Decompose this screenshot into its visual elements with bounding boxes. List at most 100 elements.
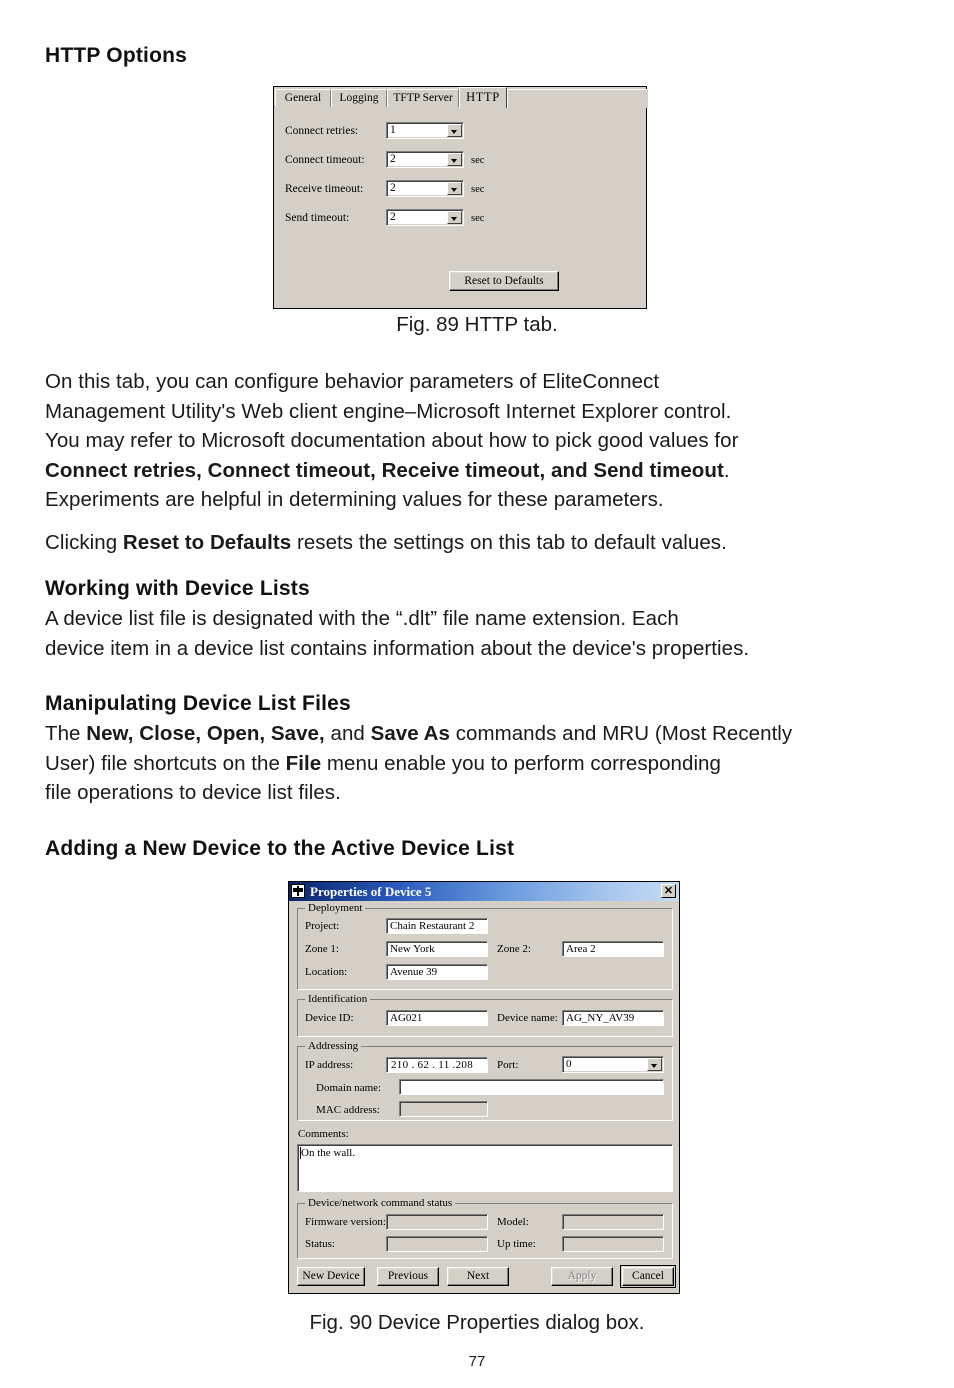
reset-to-defaults-button[interactable]: Reset to Defaults <box>449 271 559 291</box>
dialog-title-bar[interactable]: Properties of Device 5 ✕ <box>289 882 679 901</box>
field-firmware-version <box>386 1214 488 1230</box>
heading-http-options: HTTP Options <box>45 44 188 67</box>
para4-pre: The <box>45 722 87 745</box>
field-location-value: Avenue 39 <box>390 966 438 978</box>
tab-http-label: HTTP <box>466 90 500 104</box>
tab-tftp-server[interactable]: TFTP Server <box>387 89 459 107</box>
page-number: 77 <box>468 1353 486 1370</box>
para4-line2-bold: File <box>285 751 322 775</box>
combo-receive-timeout[interactable]: 2 <box>386 180 464 197</box>
tab-logging-label: Logging <box>339 92 379 104</box>
field-zone1[interactable]: New York <box>386 941 488 957</box>
tab-general[interactable]: General <box>275 89 331 107</box>
combo-port[interactable]: 0 <box>562 1056 664 1073</box>
document-page: HTTP Options General Logging TFTP Server… <box>0 0 954 1388</box>
heading-manipulating-device-list-files: Manipulating Device List Files <box>45 692 351 715</box>
field-comments-value: On the wall. <box>301 1147 356 1159</box>
chevron-down-icon[interactable] <box>447 211 462 224</box>
tab-logging[interactable]: Logging <box>331 89 387 107</box>
para3-line1: A device list file is designated with th… <box>45 607 679 630</box>
field-project-value: Chain Restaurant 2 <box>390 920 475 932</box>
label-device-id: Device ID: <box>305 1012 354 1024</box>
paragraph-file-commands: The New, Close, Open, Save, and Save As … <box>45 719 925 808</box>
label-zone1: Zone 1: <box>305 943 339 955</box>
next-button[interactable]: Next <box>447 1267 509 1286</box>
new-device-button[interactable]: New Device <box>297 1267 365 1286</box>
tab-tftp-server-label: TFTP Server <box>393 92 453 104</box>
heading-adding-new-device: Adding a New Device to the Active Device… <box>45 837 515 860</box>
field-up-time <box>562 1236 664 1252</box>
field-device-id[interactable]: AG021 <box>386 1010 488 1026</box>
tab-http[interactable]: HTTP <box>459 87 507 108</box>
combo-send-timeout-value: 2 <box>390 211 396 223</box>
new-device-label: New Device <box>302 1270 360 1282</box>
label-connect-timeout: Connect timeout: <box>285 154 365 166</box>
label-connect-retries: Connect retries: <box>285 125 359 137</box>
cancel-label: Cancel <box>632 1270 664 1282</box>
label-zone2: Zone 2: <box>497 943 531 955</box>
para4-bold2: Save As <box>370 722 450 745</box>
field-project[interactable]: Chain Restaurant 2 <box>386 918 488 934</box>
label-domain-name: Domain name: <box>316 1082 382 1094</box>
combo-connect-timeout[interactable]: 2 <box>386 151 464 168</box>
field-location[interactable]: Avenue 39 <box>386 964 488 980</box>
label-send-timeout: Send timeout: <box>285 212 350 224</box>
field-comments[interactable]: On the wall. <box>297 1144 673 1192</box>
field-zone2[interactable]: Area 2 <box>562 941 664 957</box>
para2-post: resets the settings on this tab to defau… <box>291 531 727 554</box>
label-mac-address: MAC address: <box>316 1104 380 1116</box>
para2-pre: Clicking <box>45 531 123 554</box>
chevron-down-icon[interactable] <box>447 153 462 166</box>
field-zone1-value: New York <box>390 943 435 955</box>
chevron-down-icon[interactable] <box>447 182 462 195</box>
para1-line5: Experiments are helpful in determining v… <box>45 488 664 511</box>
field-device-id-value: AG021 <box>390 1012 423 1024</box>
field-ip-address[interactable]: 210 . 62 . 11 .208 <box>386 1057 488 1073</box>
group-addressing-title: Addressing <box>305 1040 362 1052</box>
label-firmware-version: Firmware version: <box>305 1216 386 1228</box>
close-icon[interactable]: ✕ <box>661 884 676 898</box>
group-command-status-title: Device/network command status <box>305 1197 456 1209</box>
paragraph-http-tab-description: On this tab, you can configure behavior … <box>45 367 925 515</box>
label-project: Project: <box>305 920 340 932</box>
previous-label: Previous <box>387 1270 429 1282</box>
reset-to-defaults-label: Reset to Defaults <box>464 275 544 287</box>
field-status <box>386 1236 488 1252</box>
field-mac-address <box>399 1101 488 1117</box>
dialog-title: Properties of Device 5 <box>310 884 432 899</box>
apply-label: Apply <box>567 1270 597 1282</box>
para1-line4-bold: Connect retries, Connect timeout, Receiv… <box>45 458 724 482</box>
combo-port-value: 0 <box>566 1058 572 1070</box>
figure-90-device-properties-dialog: Properties of Device 5 ✕ Deployment Proj… <box>288 881 680 1294</box>
unit-send-timeout: sec <box>471 213 485 224</box>
field-model <box>562 1214 664 1230</box>
combo-send-timeout[interactable]: 2 <box>386 209 464 226</box>
para4-post: commands and MRU (Most Recently <box>449 722 793 745</box>
combo-receive-timeout-value: 2 <box>390 182 396 194</box>
para4-mid: and <box>324 722 371 745</box>
label-port: Port: <box>497 1059 519 1071</box>
combo-connect-retries[interactable]: 1 <box>386 122 464 139</box>
field-domain-name[interactable] <box>399 1079 664 1095</box>
field-zone2-value: Area 2 <box>566 943 596 955</box>
figure-89-caption: Fig. 89 HTTP tab. <box>396 313 558 336</box>
para1-line2: Management Utility's Web client engine–M… <box>45 399 732 423</box>
unit-connect-timeout: sec <box>471 155 485 166</box>
para3-line2: device item in a device list contains in… <box>45 636 750 660</box>
label-ip-address: IP address: <box>305 1059 354 1071</box>
previous-button[interactable]: Previous <box>377 1267 439 1286</box>
field-device-name[interactable]: AG_NY_AV39 <box>562 1010 664 1026</box>
combo-connect-retries-value: 1 <box>390 124 396 136</box>
label-model: Model: <box>497 1216 529 1228</box>
group-identification-title: Identification <box>305 993 371 1005</box>
tab-general-label: General <box>284 92 322 104</box>
combo-connect-timeout-value: 2 <box>390 153 396 165</box>
cancel-button[interactable]: Cancel <box>620 1265 676 1288</box>
label-receive-timeout: Receive timeout: <box>285 183 364 195</box>
chevron-down-icon[interactable] <box>447 124 462 137</box>
paragraph-device-list-file: A device list file is designated with th… <box>45 604 925 663</box>
field-device-name-value: AG_NY_AV39 <box>566 1012 635 1024</box>
chevron-down-icon[interactable] <box>647 1058 662 1071</box>
para1-line4-tail: . <box>723 458 730 482</box>
group-deployment-title: Deployment <box>305 902 366 914</box>
